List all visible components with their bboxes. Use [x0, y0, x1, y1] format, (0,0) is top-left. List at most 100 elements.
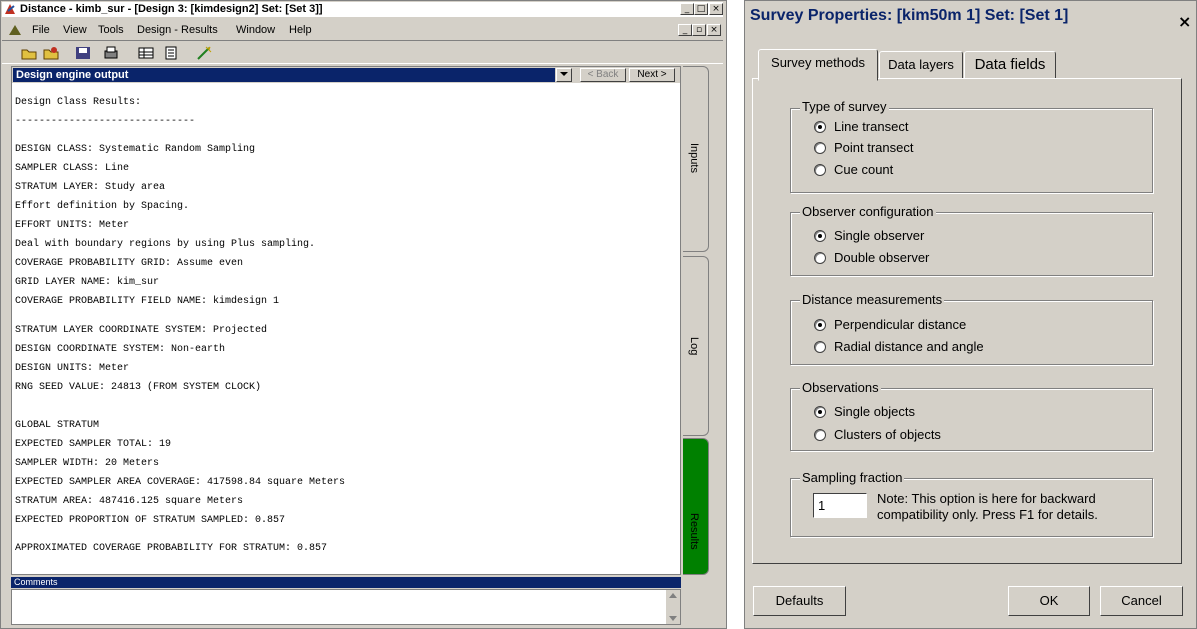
menu-file[interactable]: File [32, 21, 50, 39]
radio-icon [814, 164, 826, 176]
data-icon[interactable] [137, 45, 155, 61]
menu-tools[interactable]: Tools [98, 21, 124, 39]
mdi-minimize-button[interactable]: _ [678, 24, 692, 36]
notes-icon[interactable] [162, 45, 180, 61]
output-line: EXPECTED SAMPLER TOTAL: 19 [15, 438, 172, 450]
observer-configuration-label: Observer configuration [800, 204, 936, 219]
main-window-title: Distance - kimb_sur - [Design 3: [kimdes… [2, 2, 723, 17]
pane-dropdown-button[interactable] [556, 68, 572, 82]
radio-label: Clusters of objects [834, 427, 941, 442]
radio-label: Single observer [834, 228, 925, 243]
radio-clusters-of-objects[interactable]: Clusters of objects [812, 427, 941, 443]
pane-title: Design engine output [13, 68, 555, 82]
radio-selected-icon [814, 121, 826, 133]
radio-icon [814, 142, 826, 154]
output-line: EXPECTED PROPORTION OF STRATUM SAMPLED: … [15, 514, 286, 526]
menu-help[interactable]: Help [289, 21, 312, 39]
output-line: SAMPLER WIDTH: 20 Meters [15, 457, 160, 469]
output-line: DESIGN COORDINATE SYSTEM: Non-earth [15, 343, 226, 355]
tab-log[interactable]: Log [683, 256, 709, 436]
scroll-up-icon[interactable] [669, 593, 677, 598]
radio-double-observer[interactable]: Double observer [812, 250, 929, 266]
radio-label: Cue count [834, 162, 894, 177]
radio-label: Single objects [834, 404, 915, 419]
tab-results[interactable]: Results [683, 438, 709, 575]
menu-bar: File View Tools Design - Results Window … [2, 21, 723, 39]
mdi-restore-button[interactable]: ▫ [692, 24, 706, 36]
observer-configuration-group [790, 212, 1153, 276]
document-icon[interactable] [8, 24, 22, 36]
next-button[interactable]: Next > [629, 68, 675, 82]
output-line: Design Class Results: [15, 96, 142, 108]
close-button[interactable]: × [709, 3, 723, 15]
cancel-button[interactable]: Cancel [1100, 586, 1183, 616]
output-line: GLOBAL STRATUM [15, 419, 100, 431]
radio-selected-icon [814, 406, 826, 418]
back-button[interactable]: < Back [580, 68, 626, 82]
dialog-title: Survey Properties: [kim50m 1] Set: [Set … [750, 7, 1069, 24]
wizard-icon[interactable] [195, 45, 213, 61]
comments-label: Comments [11, 577, 681, 588]
distance-measurements-label: Distance measurements [800, 292, 945, 307]
menu-view[interactable]: View [63, 21, 87, 39]
scroll-down-icon[interactable] [669, 616, 677, 621]
radio-radial-distance[interactable]: Radial distance and angle [812, 339, 984, 355]
radio-label: Point transect [834, 140, 914, 155]
observations-label: Observations [800, 380, 881, 395]
radio-label: Radial distance and angle [834, 339, 984, 354]
output-line: STRATUM AREA: 487416.125 square Meters [15, 495, 244, 507]
output-line: DESIGN UNITS: Meter [15, 362, 130, 374]
mdi-close-button[interactable]: × [707, 24, 721, 36]
chevron-down-icon [560, 72, 568, 76]
radio-label: Perpendicular distance [834, 317, 967, 332]
sampling-fraction-label: Sampling fraction [800, 470, 905, 485]
tab-data-fields[interactable]: Data fields [964, 51, 1056, 79]
type-of-survey-label: Type of survey [800, 99, 889, 114]
radio-line-transect[interactable]: Line transect [812, 119, 908, 135]
toolbar [2, 40, 723, 64]
radio-icon [814, 341, 826, 353]
design-results-text: Design Class Results: ------------------… [15, 88, 675, 568]
open-folder-icon[interactable] [20, 45, 38, 61]
sampling-fraction-note: Note: This option is here for backward c… [877, 491, 1098, 522]
print-icon[interactable] [102, 45, 120, 61]
output-line: Deal with boundary regions by using Plus… [15, 239, 316, 250]
output-line: STRATUM LAYER COORDINATE SYSTEM: Project… [15, 324, 268, 336]
distance-app-icon [5, 4, 15, 14]
radio-selected-icon [814, 230, 826, 242]
radio-point-transect[interactable]: Point transect [812, 140, 914, 156]
open-project-icon[interactable] [42, 45, 60, 61]
sampling-fraction-input[interactable]: 1 [813, 493, 867, 518]
radio-cue-count[interactable]: Cue count [812, 162, 893, 178]
output-line: SAMPLER CLASS: Line [15, 163, 130, 174]
output-line: APPROXIMATED COVERAGE PROBABILITY FOR ST… [15, 543, 328, 554]
output-line: EXPECTED SAMPLER AREA COVERAGE: 417598.8… [15, 476, 346, 488]
comments-textarea[interactable] [11, 589, 681, 625]
radio-single-objects[interactable]: Single objects [812, 404, 915, 420]
output-line: ------------------------------ [15, 115, 196, 127]
output-line: RNG SEED VALUE: 24813 (FROM SYSTEM CLOCK… [15, 381, 262, 393]
menu-window[interactable]: Window [236, 21, 275, 39]
radio-single-observer[interactable]: Single observer [812, 228, 924, 244]
radio-icon [814, 252, 826, 264]
minimize-button[interactable]: _ [680, 3, 694, 15]
output-line: STRATUM LAYER: Study area [15, 182, 166, 193]
defaults-button[interactable]: Defaults [753, 586, 846, 616]
comments-scrollbar[interactable] [666, 590, 680, 624]
radio-label: Line transect [834, 119, 909, 134]
menu-design-results[interactable]: Design - Results [137, 21, 218, 39]
ok-button[interactable]: OK [1008, 586, 1090, 616]
radio-perpendicular-distance[interactable]: Perpendicular distance [812, 317, 966, 333]
save-icon[interactable] [74, 45, 92, 61]
tab-inputs-label: Inputs [688, 143, 700, 173]
output-line: COVERAGE PROBABILITY GRID: Assume even [15, 258, 244, 269]
maximize-button[interactable]: □ [694, 3, 708, 15]
tab-inputs[interactable]: Inputs [683, 66, 709, 252]
close-icon[interactable]: × [1178, 12, 1191, 31]
radio-selected-icon [814, 319, 826, 331]
radio-label: Double observer [834, 250, 930, 265]
tab-results-label: Results [688, 513, 700, 550]
tab-survey-methods[interactable]: Survey methods [758, 49, 878, 81]
output-line: COVERAGE PROBABILITY FIELD NAME: kimdesi… [15, 296, 280, 307]
tab-data-layers[interactable]: Data layers [879, 51, 963, 79]
